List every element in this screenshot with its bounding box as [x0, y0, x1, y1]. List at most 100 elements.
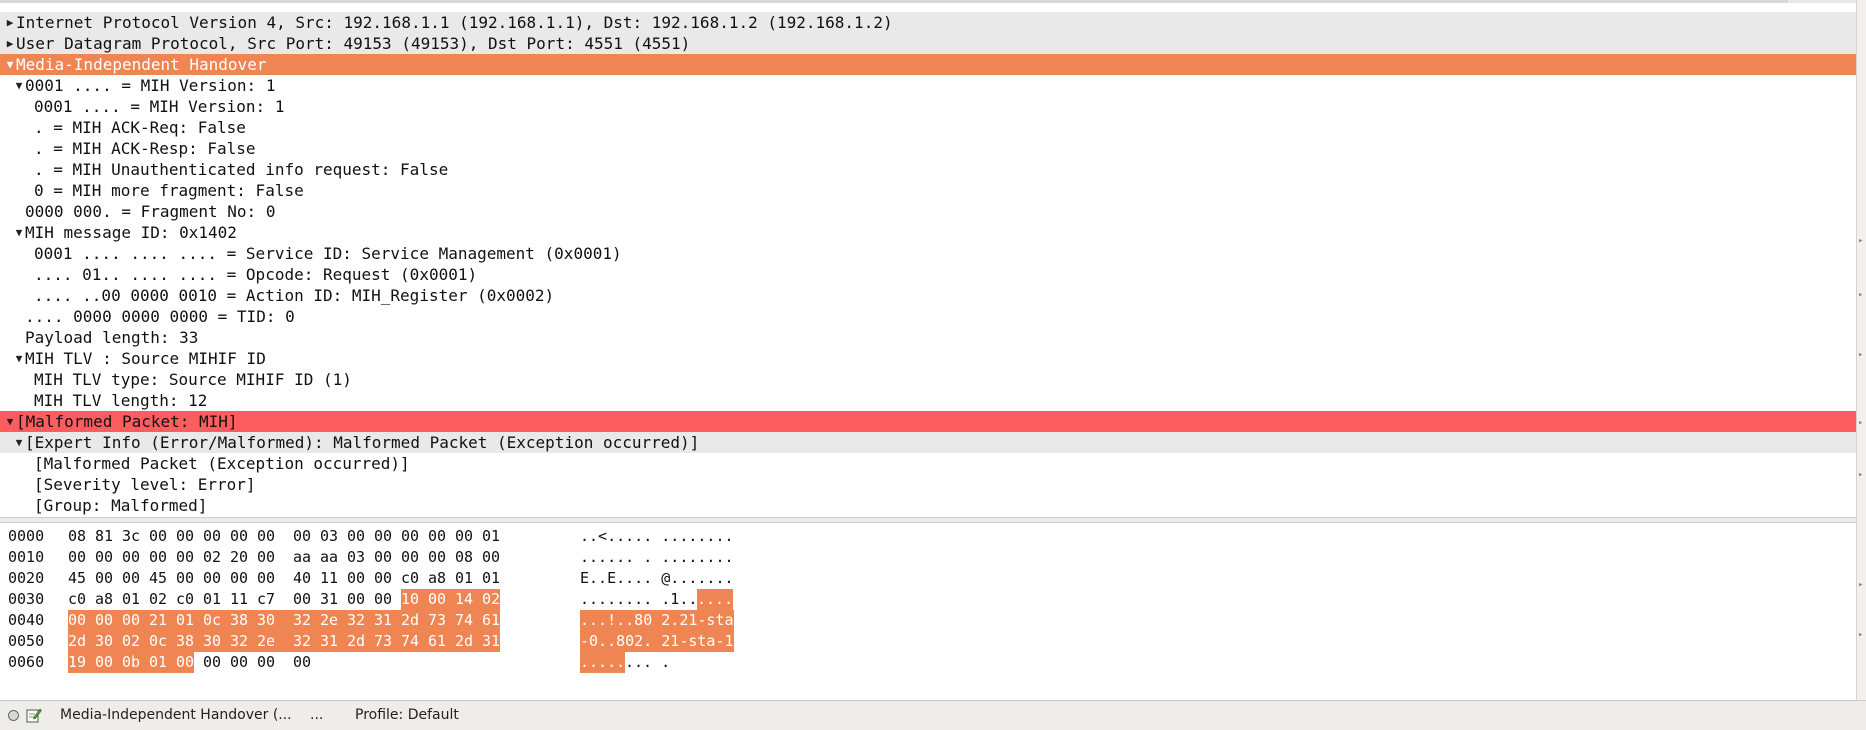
hex-byte[interactable]: 00 [95, 568, 113, 589]
tree-row[interactable]: . = MIH ACK-Req: False [0, 117, 1856, 138]
hex-byte[interactable]: 03 [320, 526, 338, 547]
tree-row[interactable]: MIH TLV type: Source MIHIF ID (1) [0, 369, 1856, 390]
hex-byte[interactable]: 00 [374, 589, 392, 610]
hex-byte[interactable]: 31 [374, 610, 402, 631]
tree-row[interactable]: MIH TLV length: 12 [0, 390, 1856, 411]
hex-byte[interactable]: 30 [257, 610, 294, 631]
hex-byte[interactable]: 2d [347, 631, 375, 652]
tree-row[interactable]: ▶ Internet Protocol Version 4, Src: 192.1… [0, 12, 1856, 33]
hex-byte[interactable]: 61 [482, 610, 501, 631]
hex-byte[interactable]: 19 [68, 652, 96, 673]
hex-row[interactable]: 0010 00 00 00 00 00 02 20 00 aa aa 03 00 00 00 08 00....… [0, 547, 1856, 568]
expanded-arrow-icon[interactable]: ▼ [5, 54, 15, 75]
hex-byte[interactable]: 30 [203, 631, 231, 652]
tree-row[interactable]: [Group: Malformed] [0, 495, 1856, 516]
hex-byte[interactable]: 01 [482, 526, 500, 547]
hex-byte[interactable]: 00 [176, 526, 194, 547]
hex-row[interactable]: 0040 00 00 00 21 01 0c 38 30 32 2e 32 31 2d 73 74 61...!… [0, 610, 1856, 631]
hex-byte[interactable]: 01 [455, 568, 473, 589]
hex-row[interactable]: 0030 c0 a8 01 02 c0 01 11 c7 00 31 00 00 10 00 14 02....… [0, 589, 1856, 610]
tree-row[interactable]: ▼ [Expert Info (Error/Malformed): Malform… [0, 432, 1856, 453]
hex-byte[interactable]: 00 [230, 652, 248, 673]
hex-byte[interactable]: 00 [257, 568, 275, 589]
hex-byte[interactable]: 00 [374, 526, 392, 547]
hex-byte[interactable]: 00 [347, 526, 365, 547]
hex-byte[interactable]: 32 [347, 610, 375, 631]
hex-byte[interactable]: 00 [95, 547, 113, 568]
expanded-arrow-icon[interactable]: ▼ [14, 348, 24, 369]
hex-byte[interactable]: 00 [257, 547, 275, 568]
hex-byte[interactable]: 00 [230, 568, 248, 589]
hex-byte[interactable]: c0 [68, 589, 86, 610]
tree-row[interactable]: [Malformed Packet (Exception occurred)] [0, 453, 1856, 474]
expanded-arrow-icon[interactable]: ▼ [14, 75, 24, 96]
hex-byte[interactable]: 00 [257, 526, 275, 547]
tree-row[interactable]: . = MIH Unauthenticated info request: Fa… [0, 159, 1856, 180]
tree-row[interactable]: Payload length: 33 [0, 327, 1856, 348]
hex-byte[interactable]: 03 [347, 547, 365, 568]
hex-byte[interactable]: 74 [401, 631, 429, 652]
tree-row[interactable]: 0000 000. = Fragment No: 0 [0, 201, 1856, 222]
collapsed-arrow-icon[interactable]: ▶ [5, 33, 15, 54]
hex-byte[interactable]: 00 [122, 568, 140, 589]
hex-byte[interactable]: 00 [68, 610, 96, 631]
hex-byte[interactable]: aa [320, 547, 338, 568]
tree-row[interactable]: ▼ 0001 .... = MIH Version: 1 [0, 75, 1856, 96]
tree-row[interactable]: .... 0000 0000 0000 = TID: 0 [0, 306, 1856, 327]
hex-byte[interactable]: 00 [347, 568, 365, 589]
hex-byte[interactable]: 01 [203, 589, 221, 610]
expanded-arrow-icon[interactable]: ▼ [5, 411, 15, 432]
hex-byte[interactable]: 73 [428, 610, 456, 631]
hex-byte[interactable]: 31 [320, 631, 348, 652]
hex-byte[interactable]: c7 [257, 589, 275, 610]
collapsed-arrow-icon[interactable]: ▶ [5, 12, 15, 33]
hex-byte[interactable]: 00 [401, 526, 419, 547]
hex-byte[interactable]: 00 [149, 526, 167, 547]
hex-byte[interactable]: 00 [374, 568, 392, 589]
hex-byte[interactable]: 11 [320, 568, 338, 589]
tree-row[interactable]: ▼ [Malformed Packet: MIH] [0, 411, 1856, 432]
hex-byte[interactable]: 00 [68, 547, 86, 568]
hex-byte[interactable]: 01 [149, 652, 177, 673]
hex-byte[interactable]: 00 [482, 547, 500, 568]
hex-byte[interactable]: 10 [401, 589, 429, 610]
hex-byte[interactable]: 00 [95, 652, 123, 673]
hex-byte[interactable]: 00 [95, 610, 123, 631]
right-edge-scrollbar[interactable]: ▸ ▸ ▸ ▸ ▸ ▸ ▸ [1856, 0, 1866, 729]
hex-byte[interactable]: 00 [230, 526, 248, 547]
expanded-arrow-icon[interactable]: ▼ [14, 222, 24, 243]
hex-byte[interactable]: 32 [293, 610, 321, 631]
tree-row[interactable]: ▶ User Datagram Protocol, Src Port: 49153… [0, 33, 1856, 54]
hex-byte[interactable]: 3c [122, 526, 140, 547]
hex-byte[interactable]: 02 [149, 589, 167, 610]
hex-byte[interactable]: 00 [203, 652, 221, 673]
hex-byte[interactable]: 00 [149, 547, 167, 568]
hex-byte[interactable]: 0c [203, 610, 231, 631]
hex-byte[interactable]: 2d [401, 610, 429, 631]
hex-byte[interactable]: 02 [122, 631, 150, 652]
edit-comment-icon[interactable] [26, 707, 42, 723]
hex-byte[interactable]: 21 [149, 610, 177, 631]
hex-row[interactable]: 0060 19 00 0b 01 00 00 00 00 00........ . [0, 652, 1856, 673]
hex-byte[interactable]: 30 [95, 631, 123, 652]
hex-byte[interactable]: 2e [257, 631, 294, 652]
hex-byte[interactable]: 02 [203, 547, 221, 568]
hex-byte[interactable]: 74 [455, 610, 483, 631]
hex-byte[interactable]: 14 [455, 589, 483, 610]
hex-byte[interactable]: 08 [68, 526, 86, 547]
hex-byte[interactable]: a8 [428, 568, 446, 589]
hex-byte[interactable]: 01 [482, 568, 500, 589]
hex-byte[interactable]: 08 [455, 547, 473, 568]
hex-byte[interactable]: 31 [320, 589, 338, 610]
tree-row[interactable]: . = MIH ACK-Resp: False [0, 138, 1856, 159]
hex-byte[interactable]: 00 [428, 526, 446, 547]
hex-byte[interactable]: 00 [122, 610, 150, 631]
hex-byte[interactable]: 01 [122, 589, 140, 610]
hex-byte[interactable]: 0c [149, 631, 177, 652]
hex-byte[interactable]: 00 [176, 547, 194, 568]
hex-byte[interactable]: 00 [203, 568, 221, 589]
hex-byte[interactable]: a8 [95, 589, 113, 610]
pane-splitter[interactable] [0, 517, 1856, 523]
tree-row[interactable]: 0 = MIH more fragment: False [0, 180, 1856, 201]
hex-row[interactable]: 0020 45 00 00 45 00 00 00 00 40 11 00 00 c0 a8 01 01 E..E… [0, 568, 1856, 589]
